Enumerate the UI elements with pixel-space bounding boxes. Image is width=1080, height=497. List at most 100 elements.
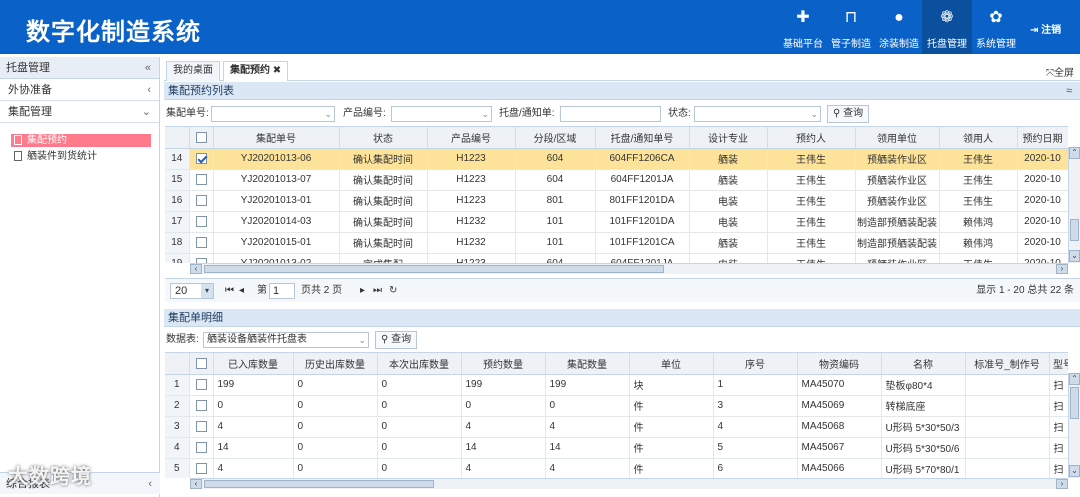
row-checkbox[interactable] (195, 399, 207, 411)
column-header[interactable]: 型号规 (1049, 353, 1068, 375)
column-header[interactable]: 产品编号 (427, 127, 516, 149)
notice-input[interactable] (560, 106, 661, 122)
column-header[interactable]: 单位 (629, 353, 714, 375)
collapse-sidebar-icon[interactable]: « (145, 57, 151, 79)
column-header[interactable]: 集配单号 (213, 127, 340, 149)
close-icon[interactable]: ✖ (273, 65, 281, 76)
column-header[interactable]: 历史出库数量 (293, 353, 378, 375)
document-icon (14, 135, 22, 145)
scroll-left-arrow[interactable]: ‹ (190, 264, 202, 274)
select-all-header[interactable] (189, 127, 214, 149)
appointment-grid-vscroll[interactable]: ⌃ ⌄ (1068, 147, 1080, 263)
table-row[interactable]: 1 199 0 0 199 199 块 1 MA45070 垫板φ80*4 扫 (165, 374, 1068, 396)
page-number-input[interactable]: 1 (269, 283, 295, 299)
topnav-item-2[interactable]: ⊓ 管子制造 (826, 0, 876, 54)
panel-title: 集配单明细 (168, 312, 223, 324)
sidebar-item-appointment[interactable]: 集配预约 (11, 134, 151, 147)
scroll-right-arrow[interactable]: › (1056, 264, 1068, 274)
table-cell: 扫 (1049, 437, 1068, 459)
page-size-select[interactable]: 20 ▾ (170, 283, 214, 299)
tab-label: 集配预约 (230, 65, 270, 76)
sidebar-section-outsourcing[interactable]: 外协准备 ‹ (0, 79, 159, 101)
scroll-up-arrow[interactable]: ⌃ (1069, 373, 1080, 385)
prev-page-icon[interactable]: ◂ (239, 279, 244, 303)
table-row[interactable]: 19 YJ20201013-02完成集配H1223604604FF1201JA电装… (165, 253, 1068, 263)
column-header[interactable]: 标准号_制作号 (965, 353, 1050, 375)
last-page-icon[interactable]: ⏭ (373, 279, 382, 303)
sidebar-section-assembly[interactable]: 集配管理 ⌄ (0, 101, 159, 123)
scroll-left-arrow[interactable]: ‹ (190, 479, 202, 489)
column-header[interactable]: 序号 (713, 353, 798, 375)
table-row[interactable]: 15 YJ20201013-07 确认集配时间 H1223 604 604FF1201JA… (165, 169, 1068, 191)
column-header[interactable]: 预约日期 (1017, 127, 1068, 149)
tab-label: 我的桌面 (173, 65, 213, 76)
appointment-grid-hscroll[interactable]: ‹ › (190, 263, 1068, 274)
row-checkbox[interactable] (195, 378, 207, 390)
refresh-icon[interactable]: ↻ (389, 279, 397, 303)
order-number-select[interactable]: ⌄ (211, 106, 335, 122)
sidebar-item-arrival-stats[interactable]: 舾装件到货统计 (11, 150, 151, 163)
column-header[interactable]: 预约人 (767, 127, 856, 149)
column-header[interactable]: 集配数量 (545, 353, 630, 375)
table-cell: 4 (461, 458, 546, 478)
tab-desktop[interactable]: 我的桌面 (166, 61, 220, 81)
scroll-down-arrow[interactable]: ⌄ (1069, 465, 1080, 477)
column-header[interactable]: 物资编码 (797, 353, 882, 375)
scroll-right-arrow[interactable]: › (1056, 479, 1068, 489)
table-row[interactable]: 14 YJ20201013-06 确认集配时间 H1223 604 604FF1206CA… (165, 148, 1068, 170)
table-row[interactable]: 4 14 0 0 14 14 件 5 MA45067 U形码 5*30*50/6 扫 (165, 437, 1068, 459)
tab-appointment[interactable]: 集配预约 ✖ (223, 61, 289, 81)
scroll-thumb[interactable] (1070, 387, 1079, 419)
table-row[interactable]: 17 YJ20201014-03 确认集配时间 H1232 101 101FF1201DA… (165, 211, 1068, 233)
status-select[interactable]: ⌄ (694, 106, 821, 122)
table-row[interactable]: 18 YJ20201015-01 确认集配时间 H1232 101 101FF1201CA… (165, 232, 1068, 254)
fullscreen-button[interactable]: ⤧全屏 (1046, 64, 1074, 79)
topnav-item-3[interactable]: ● 涂装制造 (874, 0, 924, 54)
detail-search-button[interactable]: ⚲ 查询 (375, 331, 418, 349)
logout-button[interactable]: ⇥ 注销 (1030, 21, 1061, 36)
scroll-up-arrow[interactable]: ⌃ (1069, 147, 1080, 159)
column-header[interactable]: 已入库数量 (213, 353, 294, 375)
column-header[interactable]: 领用人 (939, 127, 1018, 149)
scroll-down-arrow[interactable]: ⌄ (1069, 250, 1080, 262)
column-header[interactable]: 分段/区域 (515, 127, 596, 149)
select-all-checkbox[interactable] (195, 357, 207, 369)
select-all-header[interactable] (189, 353, 214, 375)
product-number-select[interactable]: ⌄ (391, 106, 492, 122)
row-checkbox[interactable] (195, 194, 207, 206)
column-header[interactable]: 状态 (339, 127, 428, 149)
row-checkbox[interactable] (195, 215, 207, 227)
table-row[interactable]: 5 4 0 0 4 4 件 6 MA45066 U形码 5*70*80/1 扫 (165, 458, 1068, 478)
scroll-thumb[interactable] (1070, 219, 1079, 241)
row-checkbox[interactable] (195, 236, 207, 248)
row-checkbox[interactable] (195, 462, 207, 474)
topnav-item-5[interactable]: ✿ 系统管理 (971, 0, 1021, 54)
column-header[interactable]: 本次出库数量 (377, 353, 462, 375)
table-cell: 王伟生 (767, 169, 856, 191)
topnav-item-4[interactable]: ❁ 托盘管理 (922, 0, 972, 54)
table-row[interactable]: 16 YJ20201013-01 确认集配时间 H1223 801 801FF1201DA… (165, 190, 1068, 212)
scroll-thumb[interactable] (204, 265, 664, 273)
row-checkbox[interactable] (195, 173, 207, 185)
table-row[interactable]: 3 4 0 0 4 4 件 4 MA45068 U形码 5*30*50/3 扫 (165, 416, 1068, 438)
select-all-checkbox[interactable] (195, 131, 207, 143)
detail-grid-hscroll[interactable]: ‹ › (190, 478, 1068, 489)
data-table-select[interactable]: 舾装设备舾装件托盘表 ⌄ (203, 332, 369, 348)
row-checkbox[interactable] (195, 152, 207, 164)
scroll-thumb[interactable] (204, 480, 434, 488)
column-header[interactable]: 预约数量 (461, 353, 546, 375)
collapse-panel-icon[interactable]: ≈ (1066, 82, 1072, 100)
column-header[interactable]: 领用单位 (855, 127, 940, 149)
search-button[interactable]: ⚲ 查询 (827, 105, 870, 123)
row-checkbox[interactable] (195, 420, 207, 432)
column-header[interactable]: 名称 (881, 353, 966, 375)
topnav-item-1[interactable]: ✚ 基础平台 (778, 0, 828, 54)
first-page-icon[interactable]: ⏮ (225, 279, 234, 303)
next-page-icon[interactable]: ▸ (360, 279, 365, 303)
detail-grid-vscroll[interactable]: ⌃ ⌄ (1068, 373, 1080, 478)
table-row[interactable]: 2 0 0 0 0 0 件 3 MA45069 转梯底座扫 (165, 395, 1068, 417)
table-cell: YJ20201014-03 (213, 211, 340, 233)
column-header[interactable]: 设计专业 (689, 127, 768, 149)
row-checkbox[interactable] (195, 441, 207, 453)
column-header[interactable]: 托盘/通知单号 (595, 127, 690, 149)
